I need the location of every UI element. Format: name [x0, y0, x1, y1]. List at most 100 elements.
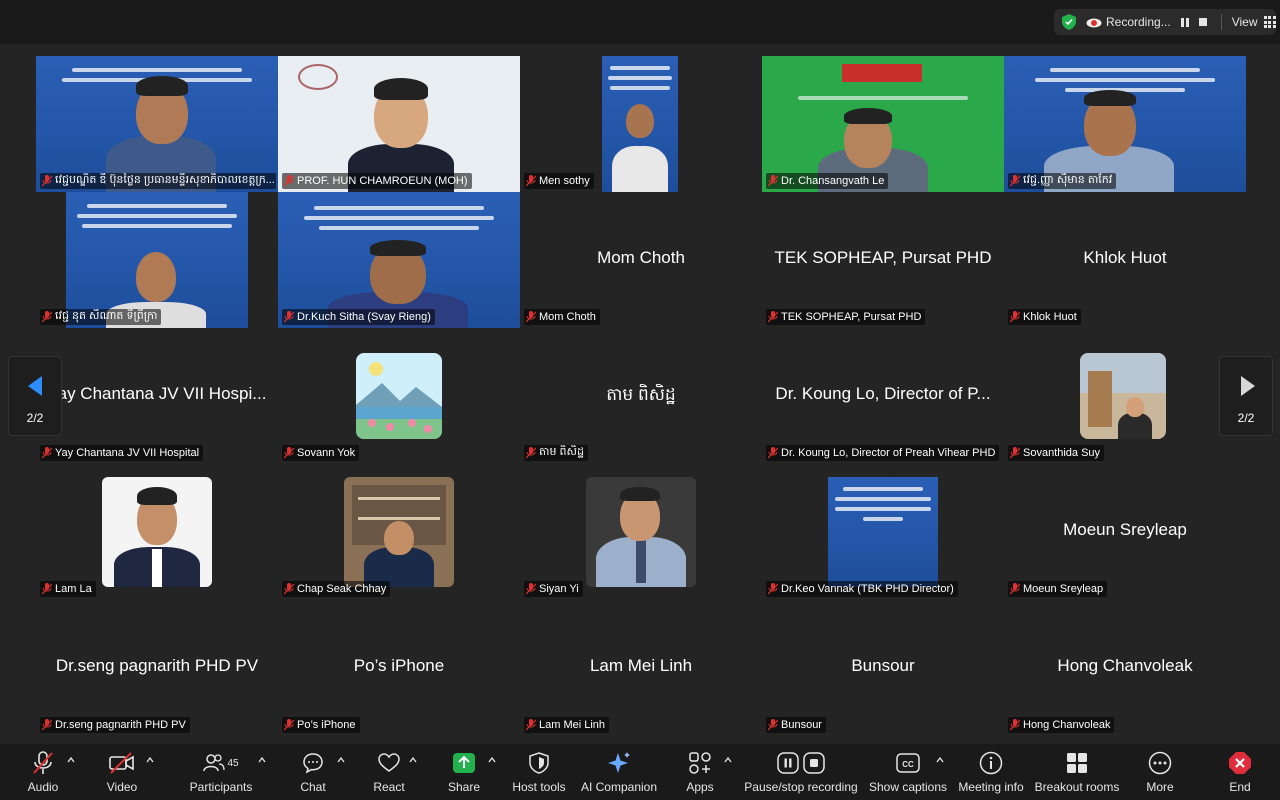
participants-options-chevron-icon[interactable] [258, 756, 266, 764]
participant-tile[interactable]: PROF. HUN CHAMROEUN (MOH) [278, 56, 520, 192]
apps-button[interactable]: Apps [684, 750, 716, 796]
video-button[interactable]: Video [100, 750, 144, 796]
muted-mic-icon [42, 311, 52, 323]
participant-name-label: Siyan Yi [524, 581, 583, 597]
participant-display-name: Po’s iPhone [353, 656, 445, 675]
react-button[interactable]: React [370, 750, 408, 796]
participant-tile[interactable]: Sovann Yok [278, 328, 520, 464]
participant-tile[interactable]: Lam La [36, 464, 278, 600]
muted-mic-icon [1010, 447, 1020, 459]
participant-display-name: Lam Mei Linh [589, 656, 693, 675]
participant-display-name: TEK SOPHEAP, Pursat PHD [774, 248, 992, 267]
apps-icon [689, 752, 711, 774]
muted-mic-icon [284, 583, 294, 595]
participant-tile[interactable]: Dr.Kuch Sitha (Svay Rieng) [278, 192, 520, 328]
breakout-rooms-button[interactable]: Breakout rooms [1034, 750, 1120, 796]
muted-mic-icon [526, 583, 536, 595]
next-page-button[interactable]: 2/2 [1219, 356, 1273, 436]
participant-name-label: Dr.Keo Vannak (TBK PHD Director) [766, 581, 958, 597]
participant-tile[interactable]: Bunsour Bunsour [762, 600, 1004, 736]
page-indicator: 2/2 [26, 411, 44, 425]
muted-mic-icon [284, 311, 294, 323]
participant-tile[interactable]: តាម ពិសិដ្ឋ តាម ពិសិដ្ឋ [520, 328, 762, 464]
participant-name-label: Moeun Sreyleap [1008, 581, 1108, 597]
muted-mic-icon [526, 719, 536, 731]
audio-button[interactable]: Audio [22, 750, 64, 796]
chat-button[interactable]: Chat [296, 750, 330, 796]
muted-mic-icon [284, 447, 294, 459]
participant-name-label: វេជ្ជ.ញ្ញា ស៊ឹមាន តាកែវ [1008, 173, 1117, 189]
participant-tile[interactable]: វេជ្ជបណ្ឌិត ឌី ប៊ុនថ្លៃន ប្រធានមន្ទីរសុខ… [36, 56, 278, 192]
sparkle-icon [608, 752, 630, 773]
participant-tile[interactable]: Sovanthida Suy [1004, 328, 1246, 464]
participant-tile[interactable]: Moeun Sreyleap Moeun Sreyleap [1004, 464, 1246, 600]
participants-icon [203, 754, 226, 772]
participant-tile[interactable]: Chap Seak Chhay [278, 464, 520, 600]
previous-page-button[interactable]: 2/2 [8, 356, 62, 436]
ai-companion-button[interactable]: AI Companion [580, 750, 658, 796]
share-options-chevron-icon[interactable] [488, 756, 496, 764]
captions-icon: CC [896, 753, 920, 773]
more-button[interactable]: More [1140, 750, 1180, 796]
participant-tile[interactable]: TEK SOPHEAP, Pursat PHD TEK SOPHEAP, Pur… [762, 192, 1004, 328]
participant-name-label: PROF. HUN CHAMROEUN (MOH) [282, 173, 472, 189]
share-button[interactable]: Share [446, 750, 482, 796]
participant-tile[interactable]: Dr.seng pagnarith PHD PV Dr.seng pagnari… [36, 600, 278, 736]
participant-tile[interactable]: វេជ្ជ នុត សីណាត ទីព្រីក្រា [36, 192, 278, 328]
participant-name-label: Yay Chantana JV VII Hospital [40, 445, 204, 461]
muted-mic-icon [1010, 719, 1020, 731]
participant-tile[interactable]: Lam Mei Linh Lam Mei Linh [520, 600, 762, 736]
pause-stop-recording-button[interactable]: Pause/stop recording [744, 750, 858, 796]
meeting-info-button[interactable]: Meeting info [956, 750, 1026, 796]
participant-tile[interactable]: Po’s iPhone Po’s iPhone [278, 600, 520, 736]
muted-mic-icon [526, 311, 536, 323]
participant-name-label: Po’s iPhone [282, 717, 360, 733]
chat-icon [303, 753, 323, 774]
shield-icon [529, 752, 549, 774]
participant-tile[interactable]: Mom Choth Mom Choth [520, 192, 762, 328]
muted-mic-icon [42, 175, 52, 187]
audio-options-chevron-icon[interactable] [67, 756, 75, 764]
arrow-right-icon [1241, 376, 1255, 396]
video-off-icon [109, 752, 134, 774]
participant-tile[interactable]: Dr. Chansangvath Le [762, 56, 1004, 192]
participant-name-label: វេជ្ជ នុត សីណាត ទីព្រីក្រា [40, 309, 162, 325]
participant-tile[interactable]: Dr.Keo Vannak (TBK PHD Director) [762, 464, 1004, 600]
participant-tile[interactable]: Men sothy [520, 56, 762, 192]
participant-name-label: តាម ពិសិដ្ឋ [524, 445, 588, 461]
muted-mic-icon [768, 311, 778, 323]
recording-cloud-icon [1086, 18, 1102, 28]
chat-options-chevron-icon[interactable] [337, 756, 345, 764]
participant-tile[interactable]: Dr. Koung Lo, Director of P... Dr. Koung… [762, 328, 1004, 464]
video-feed [602, 56, 678, 192]
participants-count: 45 [227, 757, 239, 769]
muted-mic-icon [1010, 583, 1020, 595]
participant-tile[interactable]: វេជ្ជ.ញ្ញា ស៊ឹមាន តាកែវ [1004, 56, 1246, 192]
apps-options-chevron-icon[interactable] [724, 756, 732, 764]
participant-name-label: Khlok Huot [1008, 309, 1081, 325]
participant-display-name: Mom Choth [597, 248, 685, 267]
participant-display-name: តាម ពិសិដ្ឋ [606, 385, 676, 404]
share-screen-icon [453, 753, 475, 773]
video-options-chevron-icon[interactable] [146, 756, 154, 764]
participant-name-label: Men sothy [524, 173, 594, 189]
muted-mic-icon [526, 175, 536, 187]
pause-recording-icon[interactable] [1180, 17, 1189, 27]
stop-recording-icon[interactable] [1198, 18, 1207, 26]
captions-options-chevron-icon[interactable] [936, 756, 944, 764]
participant-display-name: Bunsour [851, 656, 915, 675]
participant-tile[interactable]: Khlok Huot Khlok Huot [1004, 192, 1246, 328]
participant-tile[interactable]: Yay Chantana JV VII Hospi... Yay Chantan… [36, 328, 278, 464]
react-options-chevron-icon[interactable] [409, 756, 417, 764]
participants-button[interactable]: 45 Participants [188, 750, 254, 796]
participant-tile[interactable]: Siyan Yi [520, 464, 762, 600]
encryption-shield-icon[interactable] [1062, 14, 1076, 30]
view-button[interactable]: View [1232, 15, 1258, 29]
host-tools-button[interactable]: Host tools [510, 750, 568, 796]
gallery-grid-icon[interactable] [1263, 16, 1276, 28]
end-meeting-button[interactable]: End [1222, 750, 1258, 796]
avatar [102, 477, 212, 587]
participant-tile[interactable]: Hong Chanvoleak Hong Chanvoleak [1004, 600, 1246, 736]
muted-mic-icon [1010, 175, 1020, 187]
pause-icon [777, 752, 799, 774]
